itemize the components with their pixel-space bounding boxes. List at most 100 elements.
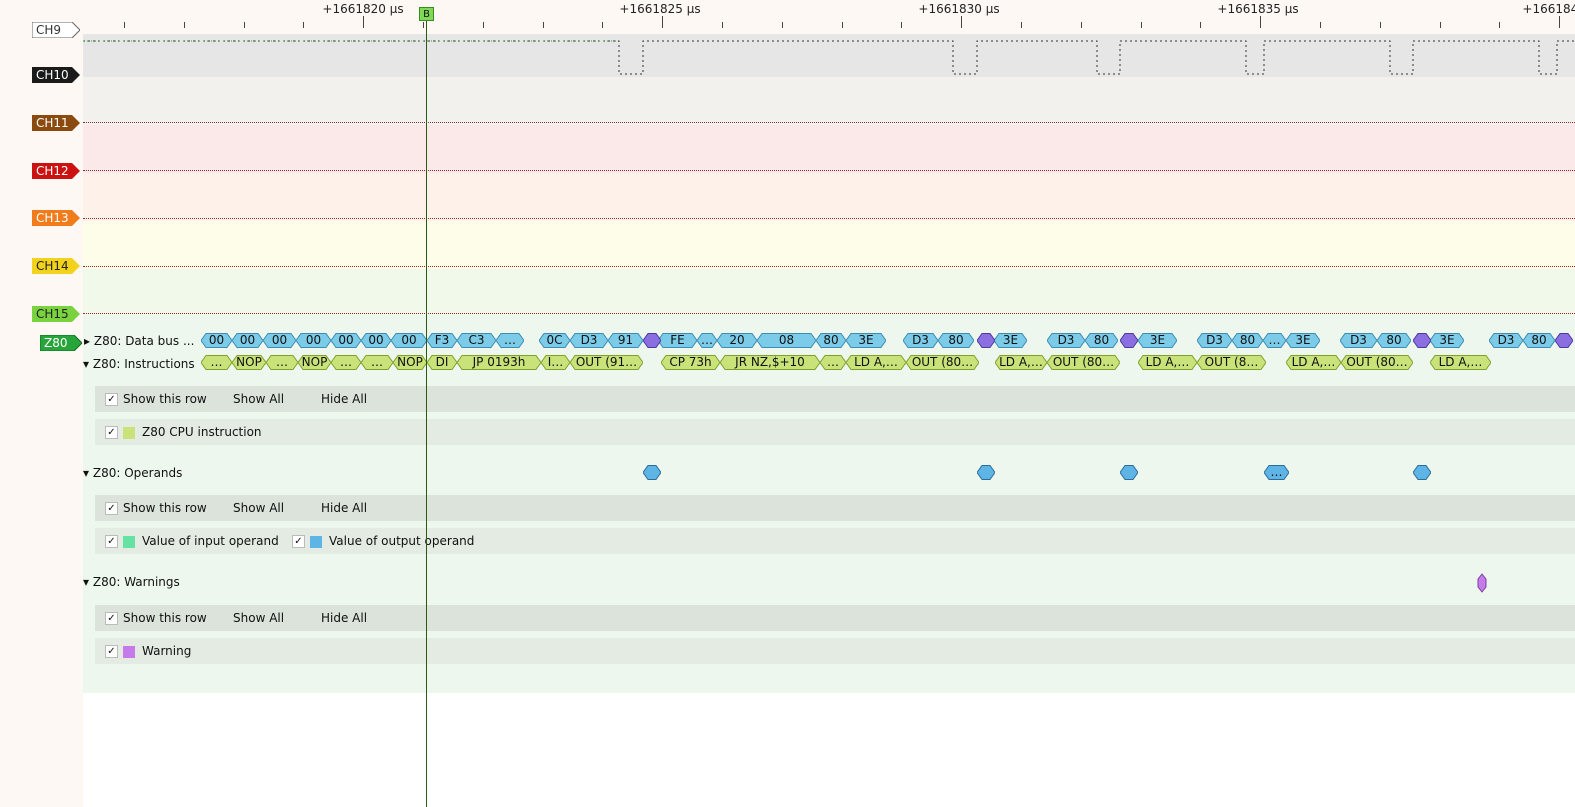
decoder-label-z80[interactable]: Z80 <box>40 335 82 351</box>
trace-view[interactable]: +1661820 µs +1661825 µs +1661830 µs +166… <box>83 0 1575 807</box>
instruction-cell[interactable]: LD A,… <box>995 355 1047 370</box>
channel-label-ch13[interactable]: CH13 <box>32 210 80 226</box>
instruction-cell-label: CP 73h <box>669 355 712 369</box>
instruction-cell[interactable]: OUT (80… <box>906 355 979 370</box>
channel-label-ch9[interactable]: CH9 <box>32 22 80 38</box>
data-bus-cell[interactable]: D3 <box>1197 333 1232 348</box>
cursor-b-flag[interactable]: B <box>419 7 434 21</box>
data-bus-title[interactable]: ▸ Z80: Data bus ... <box>84 334 194 348</box>
operand-cell[interactable] <box>1120 465 1138 480</box>
show-row-checkbox[interactable]: ✓ Show this row <box>105 611 207 625</box>
instruction-cell[interactable]: NOP <box>393 355 427 370</box>
data-bus-cell[interactable]: 00 <box>361 333 391 348</box>
data-bus-cell-label: D3 <box>580 333 598 347</box>
channel-label-ch15[interactable]: CH15 <box>32 306 80 322</box>
data-bus-cell[interactable]: 20 <box>717 333 757 348</box>
instruction-cell[interactable]: JR NZ,$+10 <box>720 355 820 370</box>
instruction-cell[interactable]: DI <box>427 355 457 370</box>
data-bus-cell[interactable]: 00 <box>263 333 296 348</box>
z80-cpu-instruction-toggle[interactable]: ✓ Z80 CPU instruction <box>105 425 262 439</box>
data-bus-cell[interactable]: 00 <box>331 333 361 348</box>
time-ruler[interactable]: +1661820 µs +1661825 µs +1661830 µs +166… <box>83 0 1575 34</box>
data-bus-cell-label: 3E <box>1149 333 1166 347</box>
instruction-cell[interactable]: NOP <box>232 355 266 370</box>
data-bus-cell[interactable]: 3E <box>1286 333 1320 348</box>
show-row-checkbox[interactable]: ✓ Show this row <box>105 392 207 406</box>
data-bus-cell[interactable]: 00 <box>201 333 232 348</box>
data-bus-cell[interactable]: 00 <box>391 333 427 348</box>
data-bus-cell[interactable]: FE <box>658 333 697 348</box>
instruction-cell[interactable]: LD A,… <box>1430 355 1491 370</box>
data-bus-cell[interactable]: 80 <box>1523 333 1555 348</box>
instruction-cell[interactable]: LD A,… <box>1138 355 1197 370</box>
channel-sidebar: CH9 CH10 CH11 CH12 CH13 CH14 CH15 Z80 <box>0 0 83 807</box>
instruction-cell[interactable]: LD A,… <box>846 355 906 370</box>
data-bus-cell[interactable]: 00 <box>232 333 263 348</box>
data-bus-cell[interactable]: 80 <box>1232 333 1263 348</box>
channel-label-ch12[interactable]: CH12 <box>32 163 80 179</box>
ruler-tick <box>183 22 185 28</box>
instruction-cell[interactable]: OUT (8… <box>1197 355 1266 370</box>
cursor-b-line[interactable] <box>426 14 427 807</box>
hide-all-button[interactable]: Hide All <box>321 501 367 515</box>
data-bus-cell[interactable]: 80 <box>1085 333 1118 348</box>
instruction-cell[interactable]: … <box>361 355 393 370</box>
instruction-cell[interactable]: JP 0193h <box>457 355 541 370</box>
data-bus-cell[interactable]: 80 <box>938 333 974 348</box>
data-bus-cell[interactable]: D3 <box>570 333 608 348</box>
data-bus-cell[interactable]: 08 <box>757 333 816 348</box>
operand-cell[interactable]: … <box>1264 465 1289 480</box>
data-bus-cell[interactable]: D3 <box>903 333 938 348</box>
instruction-cell[interactable]: … <box>820 355 846 370</box>
instruction-cell[interactable]: CP 73h <box>661 355 720 370</box>
show-all-button[interactable]: Show All <box>233 392 284 406</box>
operand-cell[interactable] <box>1413 465 1431 480</box>
instruction-cell[interactable]: … <box>201 355 232 370</box>
show-all-button[interactable]: Show All <box>233 611 284 625</box>
data-bus-cell[interactable]: … <box>496 333 524 348</box>
data-bus-cell[interactable]: 3E <box>1138 333 1177 348</box>
instruction-cell[interactable]: … <box>331 355 361 370</box>
input-operand-toggle[interactable]: ✓ Value of input operand <box>105 534 279 548</box>
data-bus-cell[interactable]: 80 <box>1377 333 1411 348</box>
data-bus-cell[interactable]: 0C <box>539 333 570 348</box>
data-bus-cell[interactable]: 91 <box>608 333 643 348</box>
data-bus-cell[interactable]: 3E <box>846 333 886 348</box>
instruction-cell[interactable]: OUT (80… <box>1047 355 1120 370</box>
operand-cell[interactable] <box>643 465 661 480</box>
instruction-cell[interactable]: NOP <box>298 355 331 370</box>
data-bus-cell[interactable]: 80 <box>816 333 846 348</box>
output-operand-toggle[interactable]: ✓ Value of output operand <box>292 534 474 548</box>
data-bus-cell[interactable]: C3 <box>457 333 496 348</box>
channel-label-ch11[interactable]: CH11 <box>32 115 80 131</box>
channel-label-ch14[interactable]: CH14 <box>32 258 80 274</box>
instruction-cell[interactable]: I… <box>541 355 570 370</box>
data-bus-cell[interactable]: F3 <box>427 333 457 348</box>
warnings-options-bar: ✓ Show this row Show All Hide All <box>95 605 1575 631</box>
instruction-cell[interactable]: OUT (80… <box>1341 355 1413 370</box>
instruction-cell[interactable]: OUT (91… <box>570 355 643 370</box>
data-bus-cell[interactable]: D3 <box>1489 333 1523 348</box>
data-bus-cell[interactable]: … <box>1263 333 1286 348</box>
data-bus-cell-label: FE <box>670 333 685 347</box>
warning-toggle[interactable]: ✓ Warning <box>105 644 191 658</box>
show-row-checkbox[interactable]: ✓ Show this row <box>105 501 207 515</box>
data-bus-cell-label: 00 <box>271 333 288 347</box>
hide-all-button[interactable]: Hide All <box>321 611 367 625</box>
data-bus-cell[interactable]: 3E <box>1430 333 1464 348</box>
instructions-title[interactable]: ▾ Z80: Instructions <box>83 357 195 371</box>
data-bus-cell[interactable]: … <box>697 333 717 348</box>
data-bus-cell[interactable]: D3 <box>1340 333 1377 348</box>
operand-cell[interactable] <box>977 465 995 480</box>
show-all-button[interactable]: Show All <box>233 501 284 515</box>
hide-all-button[interactable]: Hide All <box>321 392 367 406</box>
warnings-title[interactable]: ▾ Z80: Warnings <box>83 575 180 589</box>
operands-options-bar: ✓ Show this row Show All Hide All <box>95 495 1575 521</box>
instruction-cell[interactable]: … <box>266 355 298 370</box>
instruction-cell[interactable]: LD A,… <box>1286 355 1341 370</box>
data-bus-cell[interactable]: 3E <box>994 333 1027 348</box>
warning-marker-icon[interactable] <box>1477 573 1487 593</box>
data-bus-cell[interactable]: D3 <box>1047 333 1085 348</box>
data-bus-cell[interactable]: 00 <box>296 333 331 348</box>
channel-label-ch10[interactable]: CH10 <box>32 67 80 83</box>
